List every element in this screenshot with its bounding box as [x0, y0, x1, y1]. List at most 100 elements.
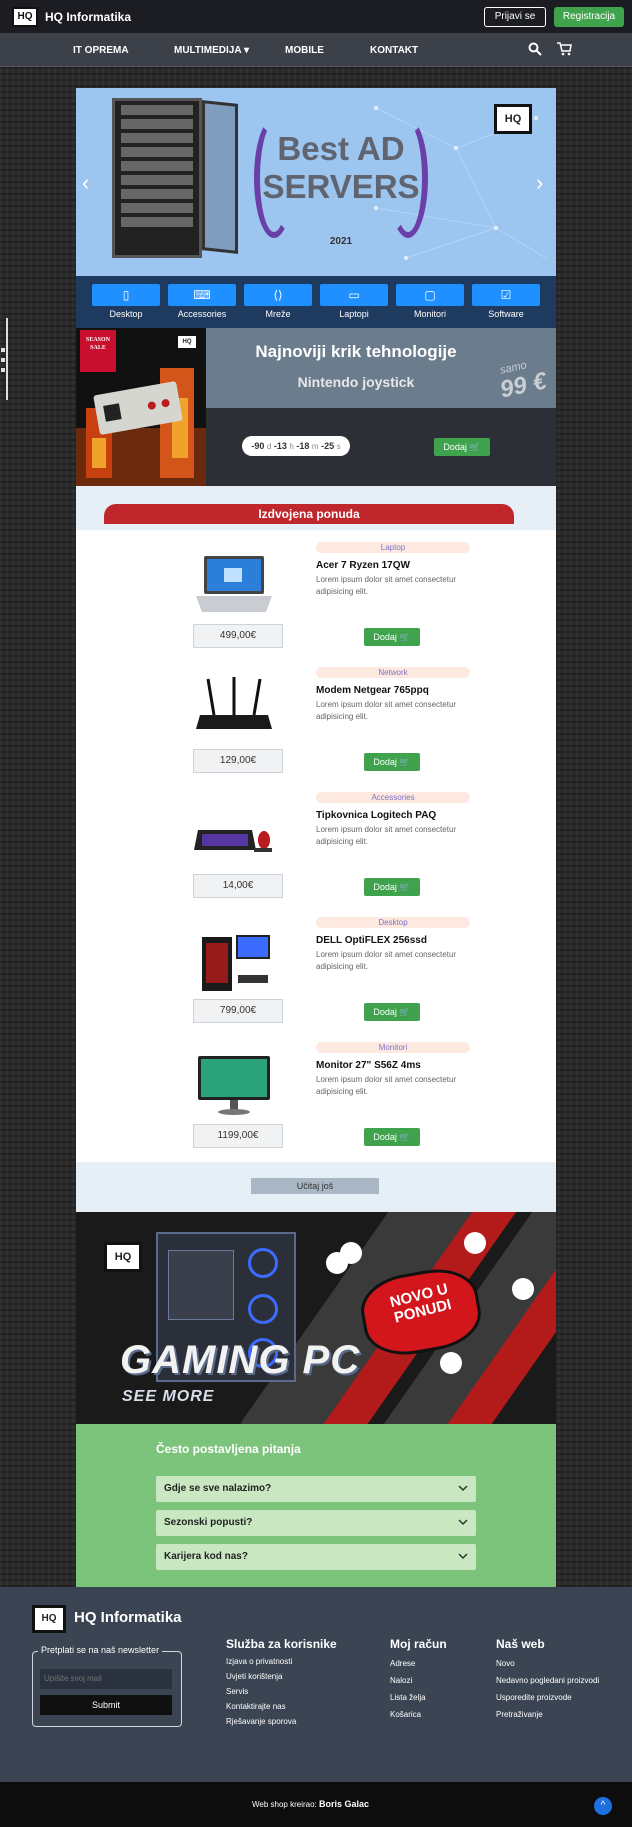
add-to-cart-button[interactable]: Dodaj 🛒 [364, 1128, 420, 1146]
footer-link[interactable]: Izjava o privatnosti [226, 1657, 292, 1666]
carousel-next-icon[interactable]: › [536, 170, 543, 196]
footer-link[interactable]: Lista želja [390, 1693, 426, 1702]
category-laptopi[interactable]: ▭ Laptopi [320, 284, 388, 319]
see-more-link[interactable]: SEE MORE [122, 1388, 214, 1406]
timer-unit: h [289, 442, 294, 451]
smoke-cloud [340, 1242, 362, 1264]
smoke-cloud [464, 1232, 486, 1254]
login-button[interactable]: Prijavi se [484, 7, 546, 27]
footer-link[interactable]: Nalozi [390, 1676, 412, 1685]
add-to-cart-button[interactable]: Dodaj 🛒 [364, 878, 420, 896]
footer-col-title: Služba za korisnike [226, 1637, 337, 1651]
category-label: Laptopi [339, 309, 369, 319]
footer-link[interactable]: Usporedite proizvode [496, 1693, 572, 1702]
product-name[interactable]: Modem Netgear 765ppq [316, 685, 429, 696]
product-name[interactable]: Tipkovnica Logitech PAQ [316, 810, 436, 821]
checkbox-icon: ☑ [472, 284, 540, 306]
footer-link[interactable]: Rješavanje sporova [226, 1717, 296, 1726]
logo[interactable]: HQ [12, 7, 38, 27]
promo-heading: Najnoviji krik tehnologije [255, 342, 457, 361]
timer-unit: s [336, 442, 341, 451]
side-scroll-handle[interactable] [0, 318, 8, 400]
product-price: 14,00€ [193, 874, 283, 898]
footer-link[interactable]: Nedavno pogledani proizvodi [496, 1676, 599, 1685]
category-desktop[interactable]: ▯ Desktop [92, 284, 160, 319]
hero-title-line2: SERVERS [262, 168, 420, 205]
faq-title: Često postavljena pitanja [156, 1442, 301, 1456]
brand-name[interactable]: HQ Informatika [45, 10, 131, 24]
footer-logo[interactable]: HQ [32, 1605, 66, 1633]
promo-product-name: Nintendo joystick [297, 374, 415, 390]
nav-item-multimedija[interactable]: MULTIMEDIJA ▾ [174, 45, 249, 56]
desktop-icon: ▯ [92, 284, 160, 306]
add-to-cart-button[interactable]: Dodaj 🛒 [364, 1003, 420, 1021]
product-tag[interactable]: Accessories [316, 792, 470, 803]
credit-author: Boris Galac [319, 1799, 370, 1809]
timer-days: -90 [251, 441, 265, 451]
register-button[interactable]: Registracija [554, 7, 624, 27]
product-tag[interactable]: Desktop [316, 917, 470, 928]
product-tag[interactable]: Laptop [316, 542, 470, 553]
footer-link[interactable]: Servis [226, 1687, 248, 1696]
cart-icon[interactable] [556, 42, 572, 59]
hero-carousel[interactable]: Best AD SERVERS 2021 HQ ‹ › [76, 88, 556, 276]
product-description: Lorem ipsum dolor sit amet consectetur a… [316, 950, 457, 971]
footer-link[interactable]: Kontaktirajte nas [226, 1702, 286, 1711]
featured-offers: Izdvojena ponuda 499,00€ Laptop Acer 7 R… [76, 486, 556, 1212]
category-software[interactable]: ☑ Software [472, 284, 540, 319]
product-name[interactable]: DELL OptiFLEX 256ssd [316, 935, 427, 946]
promo-logo: HQ [176, 334, 198, 350]
product-description: Lorem ipsum dolor sit amet consectetur a… [316, 575, 457, 596]
router-image [196, 677, 272, 729]
product-card: 1199,00€ Monitori Monitor 27" S56Z 4ms L… [76, 1042, 556, 1167]
gaming-pc-banner[interactable]: HQ NOVO U PONUDI GAMING PC SEE MORE [76, 1212, 556, 1424]
gaming-logo: HQ [104, 1242, 142, 1272]
laptop-image [196, 556, 272, 612]
promo-add-to-cart-button[interactable]: Dodaj 🛒 [434, 438, 490, 456]
load-more-button[interactable]: Učitaj još [251, 1178, 379, 1194]
footer-link[interactable]: Uvjeti korištenja [226, 1672, 282, 1681]
faq-item[interactable]: Karijera kod nas? [156, 1544, 476, 1570]
timer-unit: d [266, 442, 272, 451]
product-description: Lorem ipsum dolor sit amet consectetur a… [316, 825, 457, 846]
newsletter-email-input[interactable] [40, 1669, 172, 1689]
promo-deal: SEASON SALE HQ Najnoviji krik tehnologij… [76, 328, 556, 486]
nav-item-kontakt[interactable]: KONTAKT [370, 45, 418, 56]
laptop-icon: ▭ [320, 284, 388, 306]
add-to-cart-button[interactable]: Dodaj 🛒 [364, 628, 420, 646]
footer-col-title: Naš web [496, 1637, 545, 1651]
add-to-cart-button[interactable]: Dodaj 🛒 [364, 753, 420, 771]
product-price: 129,00€ [193, 749, 283, 773]
nav-item-mobile[interactable]: MOBILE [285, 45, 324, 56]
product-tag[interactable]: Network [316, 667, 470, 678]
chevron-down-icon [458, 1476, 468, 1513]
category-label: Mreže [265, 309, 291, 319]
product-price: 1199,00€ [193, 1124, 283, 1148]
product-tag[interactable]: Monitori [316, 1042, 470, 1053]
category-mreze[interactable]: ⟨⟩ Mreže [244, 284, 312, 319]
hero-year: 2021 [329, 236, 353, 247]
faq-item[interactable]: Sezonski popusti? [156, 1510, 476, 1536]
product-description: Lorem ipsum dolor sit amet consectetur a… [316, 700, 457, 721]
chevron-down-icon [458, 1510, 468, 1547]
keyboard-icon: ⌨ [168, 284, 236, 306]
footer-link[interactable]: Adrese [390, 1659, 415, 1668]
product-name[interactable]: Monitor 27" S56Z 4ms [316, 1060, 421, 1071]
newsletter-submit-button[interactable]: Submit [40, 1695, 172, 1715]
category-monitori[interactable]: ▢ Monitori [396, 284, 464, 319]
nav-item-it-oprema[interactable]: IT OPREMA [73, 45, 129, 56]
carousel-prev-icon[interactable]: ‹ [82, 170, 89, 196]
footer-link[interactable]: Novo [496, 1659, 515, 1668]
scroll-to-top-icon[interactable]: ^ [594, 1797, 612, 1815]
category-accessories[interactable]: ⌨ Accessories [168, 284, 236, 319]
top-bar: HQ HQ Informatika Prijavi se Registracij… [0, 0, 632, 33]
footer-link[interactable]: Košarica [390, 1710, 421, 1719]
product-name[interactable]: Acer 7 Ryzen 17QW [316, 560, 410, 571]
desktop-pc-image [202, 935, 270, 991]
footer-link[interactable]: Pretraživanje [496, 1710, 543, 1719]
category-label: Accessories [177, 309, 227, 319]
faq-item[interactable]: Gdje se sve nalazimo? [156, 1476, 476, 1502]
search-icon[interactable] [528, 42, 542, 59]
season-sale-tag: SEASON SALE [80, 330, 116, 372]
category-label: Software [488, 309, 524, 319]
